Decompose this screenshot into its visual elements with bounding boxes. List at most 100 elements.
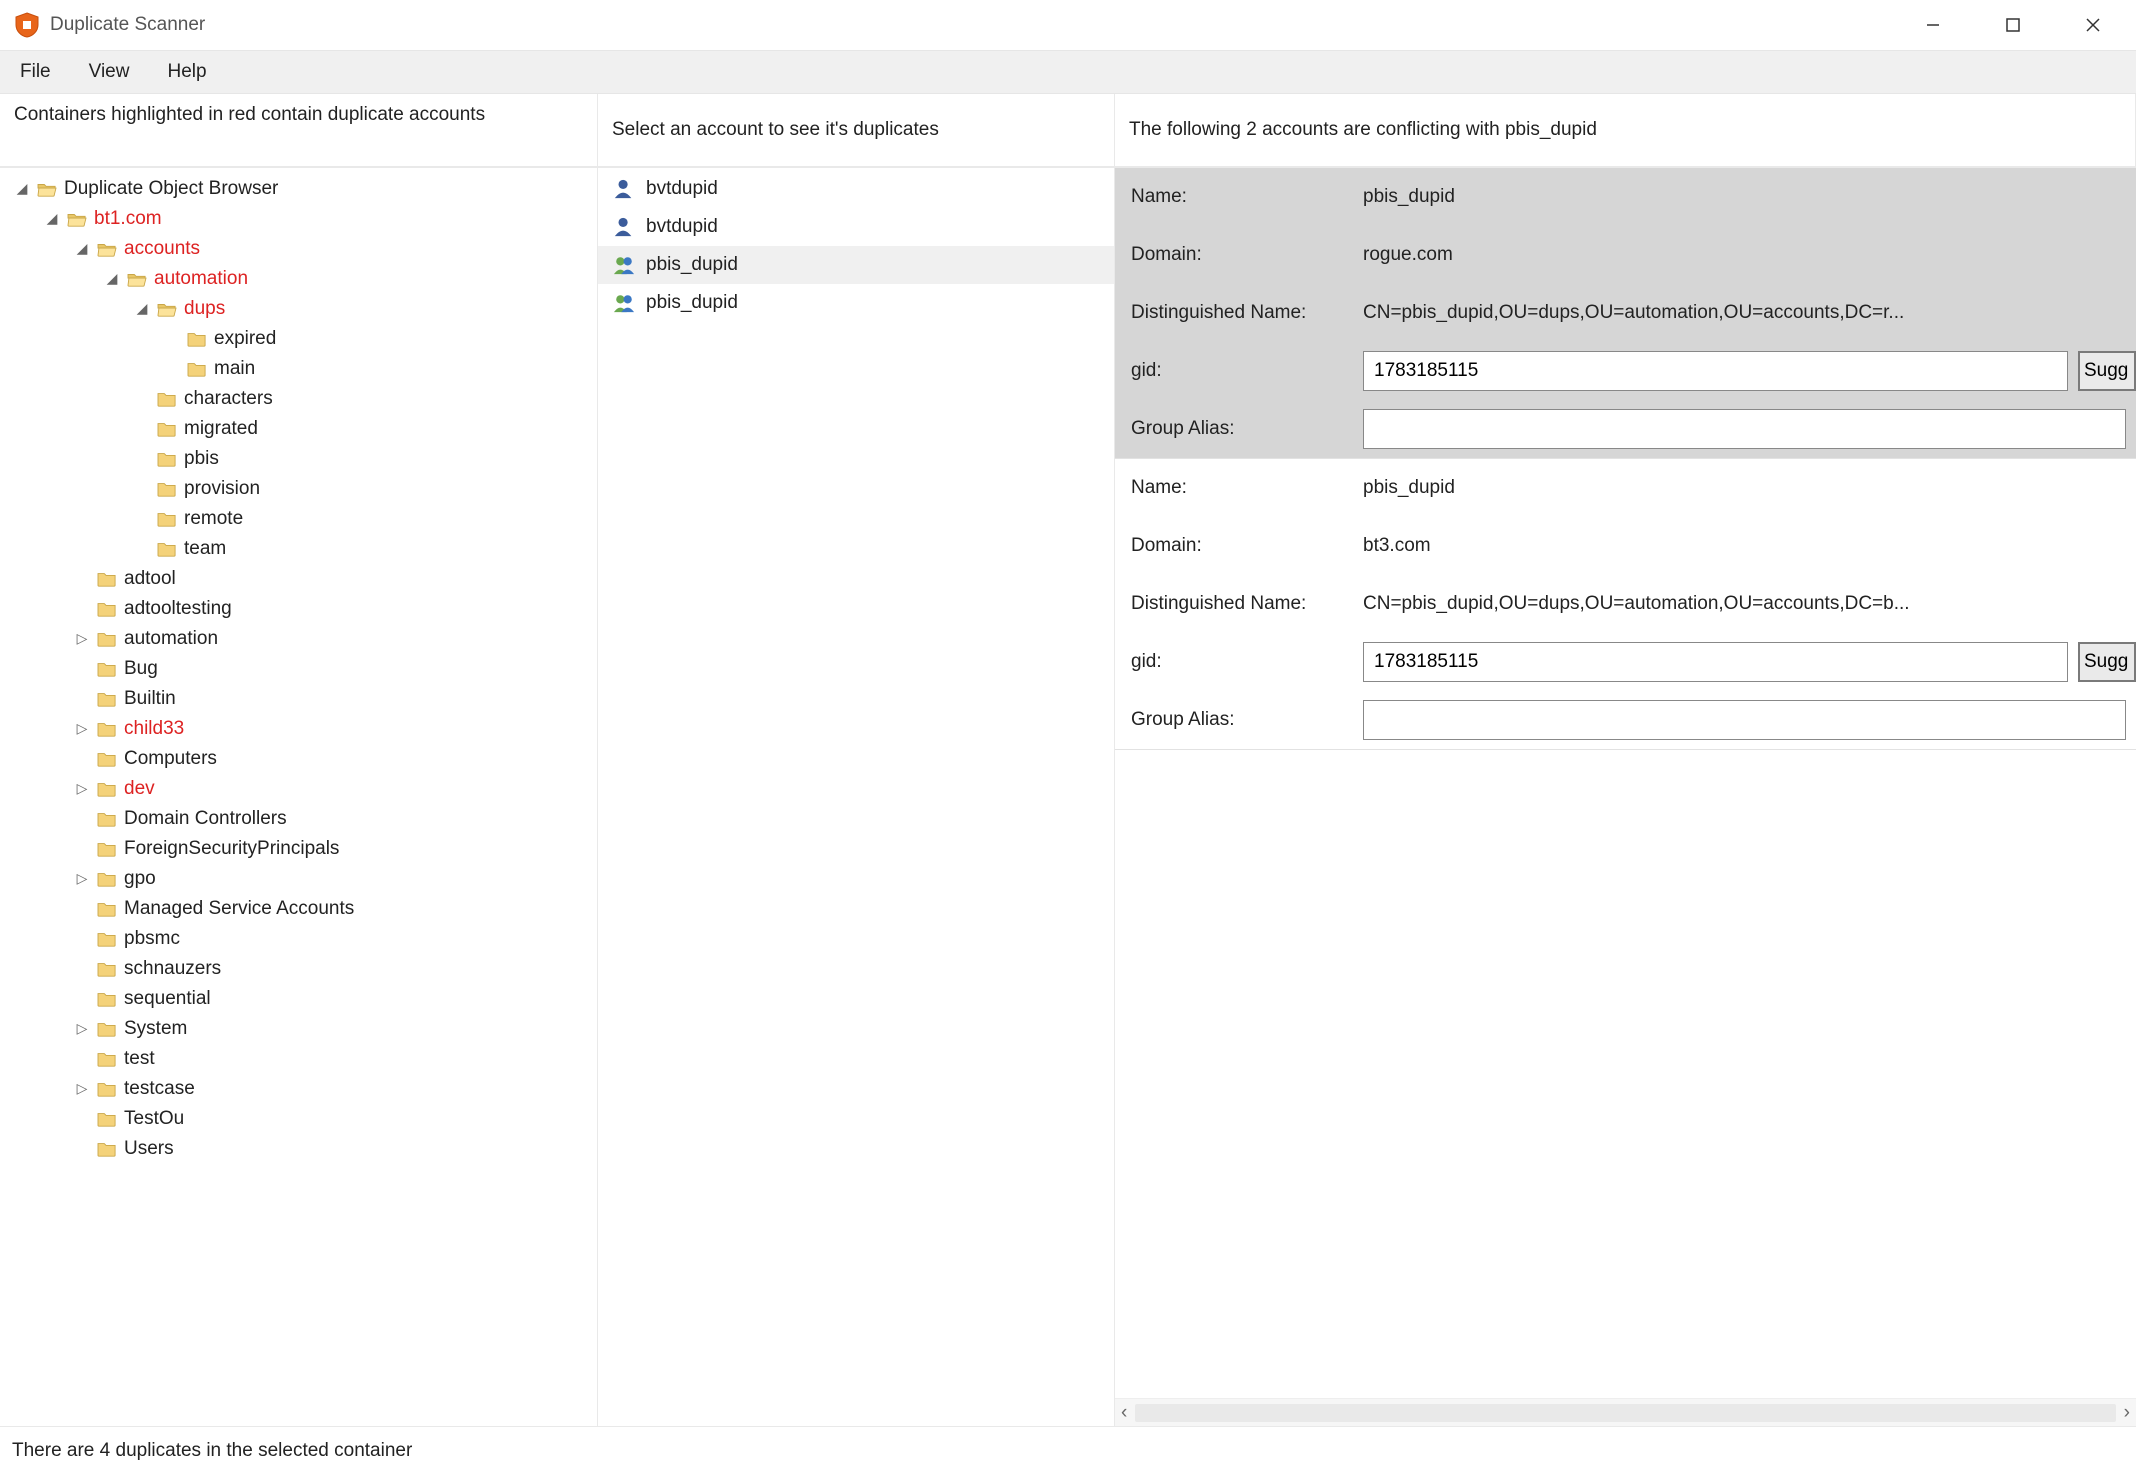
folder-icon (96, 1020, 118, 1038)
chevron-down-icon[interactable]: ◢ (134, 298, 150, 320)
folder-icon (156, 390, 178, 408)
tree-node-computers[interactable]: ▸Computers (74, 744, 597, 774)
tree-node-system[interactable]: ▷ System (74, 1014, 597, 1044)
chevron-right-icon[interactable]: ▷ (74, 868, 90, 890)
tree-label: automation (124, 624, 218, 653)
tree-node-team[interactable]: ▸team (134, 534, 597, 564)
folder-icon (186, 360, 208, 378)
field-label: Group Alias: (1115, 418, 1363, 440)
chevron-right-icon[interactable]: ▷ (74, 1018, 90, 1040)
tree-node-pbis[interactable]: ▸pbis (134, 444, 597, 474)
tree-node-bug[interactable]: ▸Bug (74, 654, 597, 684)
group_alias-input[interactable] (1363, 700, 2126, 740)
tree-node-main[interactable]: ▸main (164, 354, 597, 384)
field-value: rogue.com (1363, 244, 2136, 266)
folder-icon (156, 300, 178, 318)
gid-input[interactable] (1363, 351, 2068, 391)
tree-node-expired[interactable]: ▸expired (164, 324, 597, 354)
tree-node-test[interactable]: ▸test (74, 1044, 597, 1074)
account-row[interactable]: bvtdupid (598, 208, 1114, 246)
close-button[interactable] (2070, 10, 2116, 40)
folder-icon (96, 600, 118, 618)
chevron-right-icon[interactable]: ▷ (74, 628, 90, 650)
folder-icon (96, 930, 118, 948)
menu-file[interactable]: File (14, 57, 57, 87)
tree-node-characters[interactable]: ▸characters (134, 384, 597, 414)
menu-help[interactable]: Help (161, 57, 212, 87)
tree-node-builtin[interactable]: ▸Builtin (74, 684, 597, 714)
tree-node-bt1[interactable]: ◢ bt1.com (44, 204, 597, 234)
folder-icon (156, 450, 178, 468)
tree-node-fsp[interactable]: ▸ForeignSecurityPrincipals (74, 834, 597, 864)
tree-node-adtooltesting[interactable]: ▸adtooltesting (74, 594, 597, 624)
folder-icon (156, 510, 178, 528)
minimize-button[interactable] (1910, 10, 1956, 40)
tree-node-accounts[interactable]: ◢ accounts (74, 234, 597, 264)
tree-label: TestOu (124, 1104, 184, 1133)
account-row[interactable]: bvtdupid (598, 170, 1114, 208)
chevron-right-icon[interactable]: ▷ (74, 778, 90, 800)
tree-node-dups[interactable]: ◢ dups (134, 294, 597, 324)
maximize-button[interactable] (1990, 10, 2036, 40)
tree-node-domain-controllers[interactable]: ▸Domain Controllers (74, 804, 597, 834)
chevron-right-icon[interactable]: ▷ (74, 1078, 90, 1100)
scroll-left-icon[interactable]: ‹ (1121, 1402, 1127, 1424)
tree-node-testcase[interactable]: ▷testcase (74, 1074, 597, 1104)
folder-icon (96, 660, 118, 678)
tree-root[interactable]: ◢ Duplicate Object Browser (14, 174, 597, 204)
folder-icon (96, 630, 118, 648)
folder-icon (96, 1080, 118, 1098)
tree-node-migrated[interactable]: ▸migrated (134, 414, 597, 444)
scroll-track[interactable] (1135, 1404, 2115, 1422)
chevron-down-icon[interactable]: ◢ (14, 178, 30, 200)
account-row[interactable]: pbis_dupid (598, 246, 1114, 284)
suggest-button[interactable]: Sugg (2078, 351, 2136, 391)
conflict-card: Name:pbis_dupidDomain:rogue.comDistingui… (1115, 168, 2136, 459)
tree-node-users[interactable]: ▸Users (74, 1134, 597, 1164)
tree-label: ForeignSecurityPrincipals (124, 834, 339, 863)
tree-label: System (124, 1014, 187, 1043)
tree-node-schnauzers[interactable]: ▸schnauzers (74, 954, 597, 984)
tree-node-testou[interactable]: ▸TestOu (74, 1104, 597, 1134)
scroll-right-icon[interactable]: › (2124, 1402, 2130, 1424)
tree-node-remote[interactable]: ▸remote (134, 504, 597, 534)
tree-label: Computers (124, 744, 217, 773)
chevron-down-icon[interactable]: ◢ (44, 208, 60, 230)
menu-bar: File View Help (0, 50, 2136, 94)
account-label: pbis_dupid (646, 292, 738, 314)
menu-view[interactable]: View (83, 57, 136, 87)
object-tree[interactable]: ◢ Duplicate Object Browser ◢ bt1.com (0, 168, 597, 1164)
group_alias-input[interactable] (1363, 409, 2126, 449)
tree-label: Domain Controllers (124, 804, 287, 833)
field-value: pbis_dupid (1363, 186, 2136, 208)
tree-node-gpo[interactable]: ▷gpo (74, 864, 597, 894)
tree-label: adtool (124, 564, 176, 593)
tree-node-provision[interactable]: ▸provision (134, 474, 597, 504)
account-row[interactable]: pbis_dupid (598, 284, 1114, 322)
tree-node-dev[interactable]: ▷dev (74, 774, 597, 804)
folder-icon (96, 870, 118, 888)
maximize-icon (2005, 17, 2021, 33)
chevron-down-icon[interactable]: ◢ (104, 268, 120, 290)
tree-node-automation-hl[interactable]: ◢ automation (104, 264, 597, 294)
chevron-down-icon[interactable]: ◢ (74, 238, 90, 260)
field-label: Name: (1115, 186, 1363, 208)
horizontal-scrollbar[interactable]: ‹ › (1115, 1398, 2136, 1426)
suggest-button[interactable]: Sugg (2078, 642, 2136, 682)
tree-node-msa[interactable]: ▸Managed Service Accounts (74, 894, 597, 924)
tree-node-automation[interactable]: ▷ automation (74, 624, 597, 654)
tree-node-pbsmc[interactable]: ▸pbsmc (74, 924, 597, 954)
tree-label: dups (184, 294, 225, 323)
folder-icon (96, 960, 118, 978)
folder-icon (96, 810, 118, 828)
tree-label: expired (214, 324, 276, 353)
folder-icon (96, 990, 118, 1008)
folder-icon (36, 180, 58, 198)
tree-node-sequential[interactable]: ▸sequential (74, 984, 597, 1014)
account-label: bvtdupid (646, 216, 718, 238)
tree-node-adtool[interactable]: ▸adtool (74, 564, 597, 594)
gid-input[interactable] (1363, 642, 2068, 682)
tree-node-child33[interactable]: ▷child33 (74, 714, 597, 744)
chevron-right-icon[interactable]: ▷ (74, 718, 90, 740)
field-row: Distinguished Name:CN=pbis_dupid,OU=dups… (1115, 575, 2136, 633)
